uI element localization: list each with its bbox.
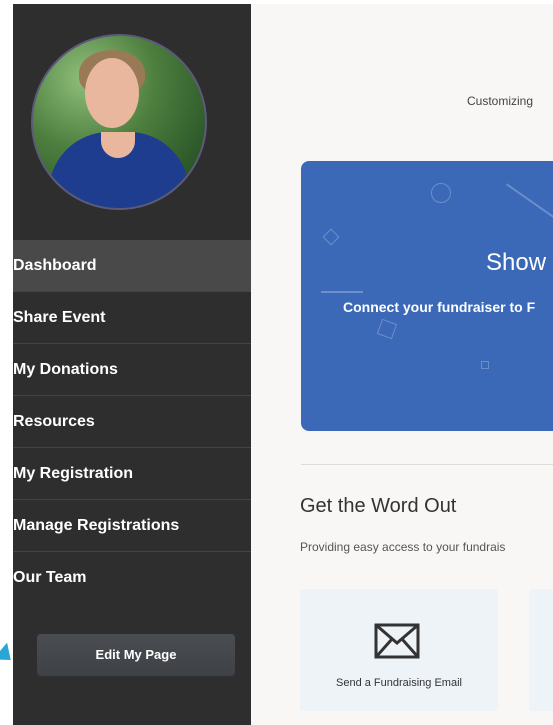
main-content: Customizing Show Connect your fundraiser… [251,4,553,725]
banner-title: Show [486,249,547,276]
sidebar-item-label: My Donations [13,361,118,378]
sidebar-item-resources[interactable]: Resources [13,396,251,448]
customizing-text: Customizing [467,94,534,108]
sidebar-item-label: Resources [13,413,95,430]
connect-banner[interactable]: Show Connect your fundraiser to F [301,161,553,431]
envelope-icon [374,623,420,659]
sidebar-item-dashboard[interactable]: Dashboard [13,240,251,292]
sidebar-item-label: Manage Registrations [13,517,180,534]
sidebar-item-share-event[interactable]: Share Event [13,292,251,344]
banner-subtitle: Connect your fundraiser to F [343,299,536,315]
next-card[interactable] [529,589,553,711]
edit-my-page-button[interactable]: Edit My Page [37,634,235,676]
sidebar: Dashboard Share Event My Donations Resou… [13,4,251,725]
section-subtitle: Providing easy access to your fundrais [300,540,506,554]
sidebar-item-label: Share Event [13,309,106,326]
card-label: Send a Fundraising Email [336,677,462,689]
sidebar-nav: Dashboard Share Event My Donations Resou… [13,240,251,604]
sidebar-item-label: Our Team [13,569,87,586]
section-title: Get the Word Out [300,495,457,517]
sidebar-item-label: Dashboard [13,257,97,274]
send-fundraising-email-card[interactable]: Send a Fundraising Email [300,589,498,711]
avatar[interactable] [31,34,207,210]
sidebar-item-our-team[interactable]: Our Team [13,552,251,604]
sidebar-item-my-registration[interactable]: My Registration [13,448,251,500]
sidebar-item-my-donations[interactable]: My Donations [13,344,251,396]
divider [301,464,553,465]
sidebar-item-manage-registrations[interactable]: Manage Registrations [13,500,251,552]
sidebar-item-label: My Registration [13,465,134,482]
